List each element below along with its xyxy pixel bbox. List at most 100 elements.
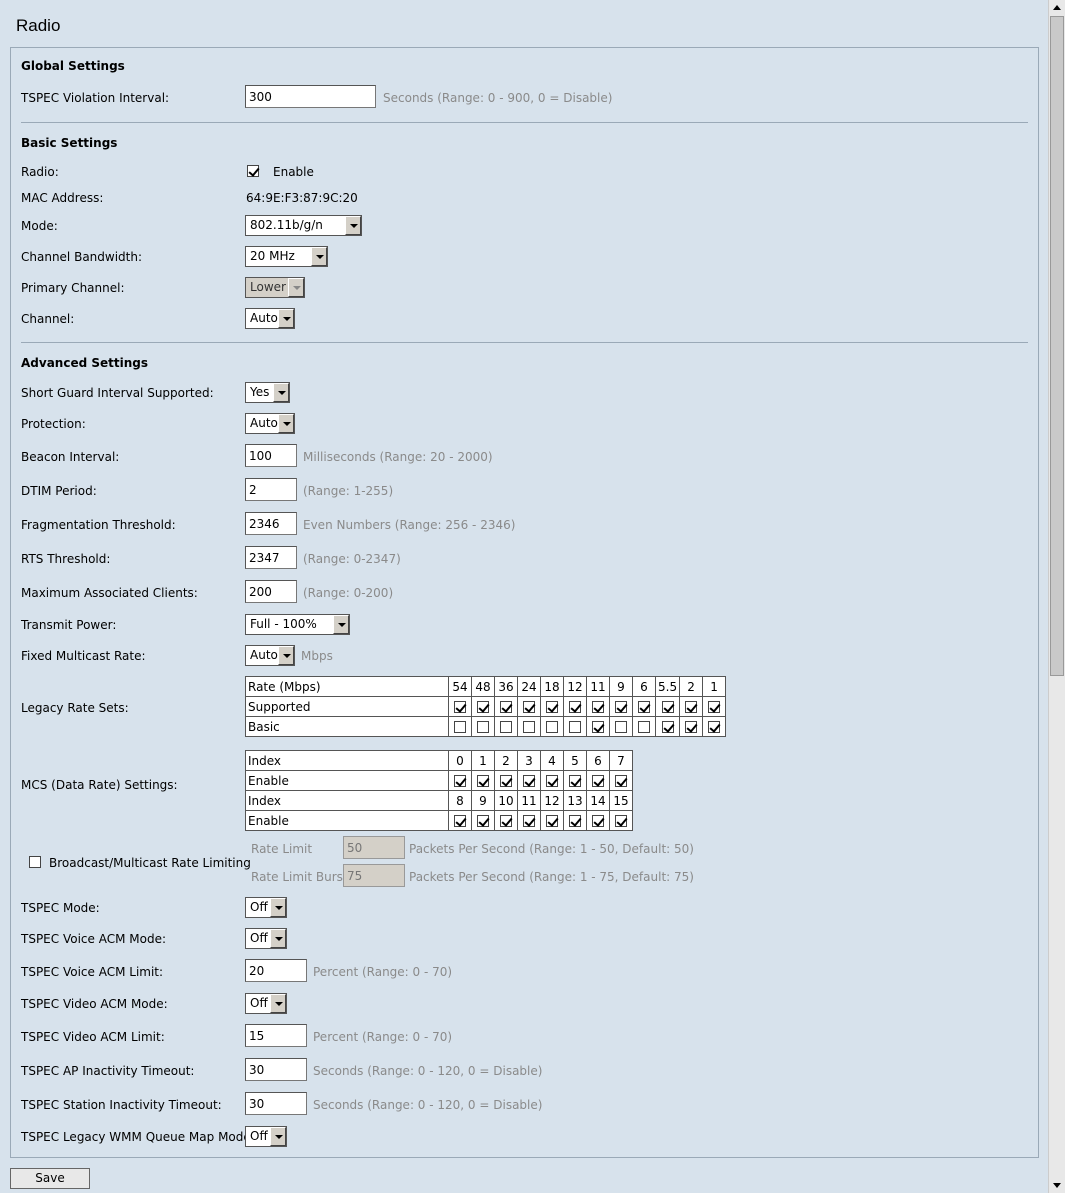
basic-cell[interactable]	[563, 716, 587, 737]
rate-checkbox[interactable]	[454, 775, 466, 787]
video-acm-limit-input[interactable]	[245, 1024, 307, 1047]
mcs-enable-cell[interactable]	[494, 810, 518, 831]
basic-cell[interactable]	[702, 716, 727, 737]
mode-select[interactable]: 802.11b/g/n	[245, 215, 362, 236]
basic-cell[interactable]	[494, 716, 518, 737]
rate-checkbox[interactable]	[500, 701, 512, 713]
basic-cell[interactable]	[632, 716, 656, 737]
rate-checkbox[interactable]	[477, 721, 489, 733]
save-button[interactable]: Save	[10, 1168, 90, 1189]
supported-cell[interactable]	[494, 696, 518, 717]
voice-acm-limit-input[interactable]	[245, 959, 307, 982]
rts-threshold-input[interactable]	[245, 546, 297, 569]
mcs-enable-cell[interactable]	[471, 810, 495, 831]
rate-checkbox[interactable]	[661, 701, 674, 713]
video-acm-mode-select[interactable]: Off	[245, 993, 287, 1014]
rate-checkbox[interactable]	[615, 815, 627, 827]
mcs-enable-cell[interactable]	[563, 770, 587, 791]
rate-checkbox[interactable]	[454, 815, 466, 827]
mcs-enable-cell[interactable]	[540, 770, 564, 791]
mcs-enable-cell[interactable]	[517, 810, 541, 831]
protection-select[interactable]: Auto	[245, 413, 295, 434]
channel-select[interactable]: Auto	[245, 308, 295, 329]
rate-checkbox[interactable]	[569, 701, 581, 713]
voice-acm-mode-select[interactable]: Off	[245, 928, 287, 949]
tspec-violation-input[interactable]	[245, 85, 376, 108]
mcs-enable-cell[interactable]	[609, 770, 633, 791]
rate-checkbox[interactable]	[546, 815, 558, 827]
rate-checkbox[interactable]	[523, 775, 535, 787]
basic-cell[interactable]	[448, 716, 472, 737]
rate-checkbox[interactable]	[500, 775, 512, 787]
max-clients-input[interactable]	[245, 580, 297, 603]
basic-cell[interactable]	[609, 716, 633, 737]
mcs-enable-cell[interactable]	[586, 770, 610, 791]
mcs-enable-cell[interactable]	[586, 810, 610, 831]
mcs-enable-cell[interactable]	[471, 770, 495, 791]
fragmentation-input[interactable]	[245, 512, 297, 535]
vertical-scrollbar[interactable]	[1048, 0, 1065, 1193]
rate-checkbox[interactable]	[500, 815, 512, 827]
rate-checkbox[interactable]	[592, 701, 604, 713]
rate-checkbox[interactable]	[477, 775, 489, 787]
rate-checkbox[interactable]	[592, 721, 604, 733]
sgi-select[interactable]: Yes	[245, 382, 290, 403]
scroll-down-icon[interactable]	[1049, 1177, 1065, 1193]
supported-cell[interactable]	[517, 696, 541, 717]
supported-cell[interactable]	[654, 696, 681, 717]
rate-checkbox[interactable]	[638, 721, 650, 733]
rate-checkbox[interactable]	[523, 721, 535, 733]
rate-limit-input[interactable]	[343, 836, 405, 859]
radio-enable-checkbox[interactable]	[247, 165, 259, 177]
rate-checkbox[interactable]	[546, 701, 558, 713]
supported-cell[interactable]	[471, 696, 495, 717]
rate-checkbox[interactable]	[569, 721, 581, 733]
mcs-enable-cell[interactable]	[448, 810, 472, 831]
fixed-multicast-select[interactable]: Auto	[245, 645, 295, 666]
basic-cell[interactable]	[471, 716, 495, 737]
supported-cell[interactable]	[679, 696, 704, 717]
scrollbar-thumb[interactable]	[1050, 16, 1064, 676]
rate-checkbox[interactable]	[615, 701, 627, 713]
mcs-enable-cell[interactable]	[494, 770, 518, 791]
rate-limit-burst-input[interactable]	[343, 864, 405, 887]
rate-checkbox[interactable]	[523, 701, 535, 713]
rate-checkbox[interactable]	[615, 721, 627, 733]
primary-channel-select[interactable]: Lower	[245, 277, 305, 298]
supported-cell[interactable]	[632, 696, 656, 717]
rate-checkbox[interactable]	[638, 701, 650, 713]
station-inactivity-input[interactable]	[245, 1092, 307, 1115]
supported-cell[interactable]	[702, 696, 727, 717]
scroll-up-icon[interactable]	[1049, 0, 1065, 16]
rate-checkbox[interactable]	[708, 701, 721, 713]
rate-checkbox[interactable]	[477, 815, 489, 827]
basic-cell[interactable]	[586, 716, 610, 737]
supported-cell[interactable]	[448, 696, 472, 717]
rate-checkbox[interactable]	[569, 775, 581, 787]
basic-cell[interactable]	[679, 716, 704, 737]
rate-checkbox[interactable]	[615, 775, 627, 787]
rate-checkbox[interactable]	[592, 815, 604, 827]
rate-checkbox[interactable]	[546, 721, 558, 733]
basic-cell[interactable]	[540, 716, 564, 737]
rate-checkbox[interactable]	[477, 701, 489, 713]
mcs-enable-cell[interactable]	[563, 810, 587, 831]
rate-checkbox[interactable]	[523, 815, 535, 827]
mcs-enable-cell[interactable]	[517, 770, 541, 791]
supported-cell[interactable]	[586, 696, 610, 717]
supported-cell[interactable]	[563, 696, 587, 717]
supported-cell[interactable]	[540, 696, 564, 717]
rate-checkbox[interactable]	[546, 775, 558, 787]
rate-checkbox[interactable]	[685, 721, 698, 733]
rate-checkbox[interactable]	[661, 721, 674, 733]
rate-checkbox[interactable]	[685, 701, 698, 713]
rate-checkbox[interactable]	[500, 721, 512, 733]
rate-checkbox[interactable]	[454, 721, 466, 733]
mcs-enable-cell[interactable]	[448, 770, 472, 791]
ap-inactivity-input[interactable]	[245, 1058, 307, 1081]
wmm-queue-map-select[interactable]: Off	[245, 1126, 287, 1147]
supported-cell[interactable]	[609, 696, 633, 717]
basic-cell[interactable]	[654, 716, 681, 737]
rate-checkbox[interactable]	[569, 815, 581, 827]
beacon-interval-input[interactable]	[245, 444, 297, 467]
